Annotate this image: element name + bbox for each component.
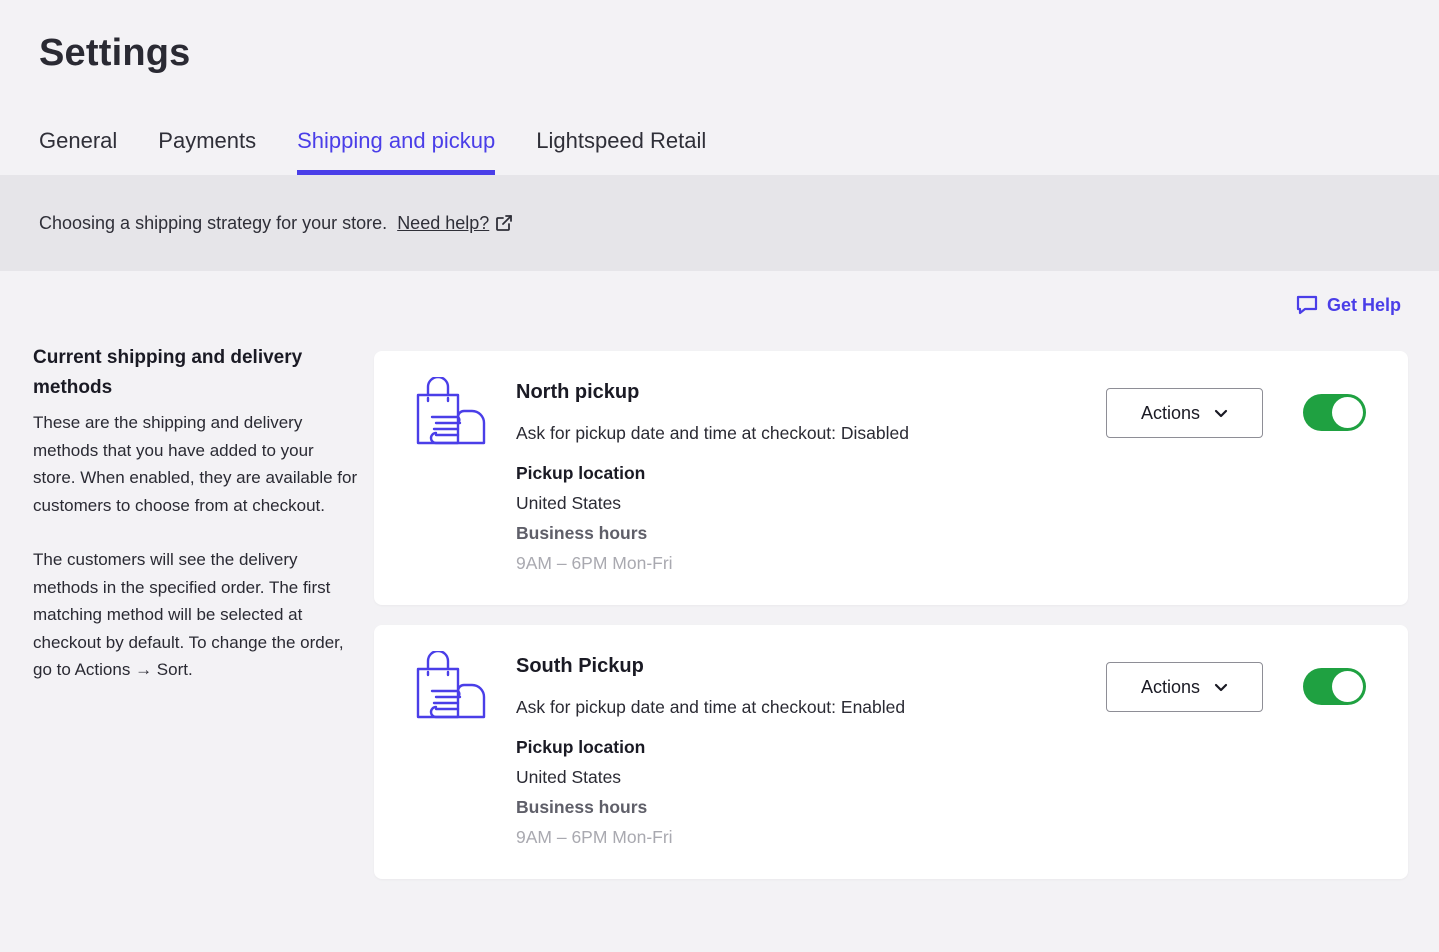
business-hours-value: 9AM – 6PM Mon-Fri [516,553,673,573]
pickup-bag-hand-icon [416,651,486,719]
pickup-location-label: Pickup location [516,463,646,483]
need-help-label: Need help? [397,212,490,233]
chevron-down-icon [1214,683,1228,692]
description-paragraph-1: These are the shipping and delivery meth… [33,413,358,515]
get-help-label: Get Help [1326,294,1401,315]
method-card-south-pickup: South Pickup Ask for pickup date and tim… [374,625,1408,879]
pickup-date-setting: Ask for pickup date and time at checkout… [516,697,906,717]
page-title: Settings [39,32,191,74]
toggle-knob [1332,671,1363,702]
method-name: North pickup [516,381,640,403]
tab-lightspeed-retail[interactable]: Lightspeed Retail [536,126,706,175]
need-help-link[interactable]: Need help? [397,213,513,234]
actions-label: Actions [1140,402,1201,423]
get-help-button[interactable]: Get Help [1296,294,1401,316]
tab-payments[interactable]: Payments [158,126,256,175]
chevron-down-icon [1214,409,1228,418]
banner-text: Choosing a shipping strategy for your st… [39,212,388,233]
pickup-location-value: United States [516,767,622,787]
pickup-location-label: Pickup location [516,737,646,757]
pickup-bag-hand-icon [416,377,486,445]
pickup-date-setting: Ask for pickup date and time at checkout… [516,423,909,443]
description-paragraph-2: The customers will see the delivery meth… [33,550,344,679]
business-hours-value: 9AM – 6PM Mon-Fri [516,827,673,847]
section-heading: Current shipping and delivery methods [33,347,303,398]
business-hours-label: Business hours [516,797,648,817]
method-name: South Pickup [516,655,644,677]
info-banner: Choosing a shipping strategy for your st… [0,175,1439,271]
actions-label: Actions [1140,676,1201,697]
external-link-icon [496,215,513,231]
settings-tabs: General Payments Shipping and pickup Lig… [39,126,706,175]
tab-shipping-and-pickup[interactable]: Shipping and pickup [297,126,496,175]
business-hours-label: Business hours [516,523,648,543]
pickup-location-value: United States [516,493,622,513]
enable-toggle[interactable] [1303,394,1366,431]
tab-general[interactable]: General [39,126,117,175]
methods-description: Current shipping and delivery methods Th… [33,343,358,684]
chat-bubble-icon [1296,295,1318,315]
actions-dropdown-button[interactable]: Actions [1106,662,1263,712]
enable-toggle[interactable] [1303,668,1366,705]
actions-dropdown-button[interactable]: Actions [1106,388,1263,438]
method-card-north-pickup: North pickup Ask for pickup date and tim… [374,351,1408,605]
toggle-knob [1332,397,1363,428]
